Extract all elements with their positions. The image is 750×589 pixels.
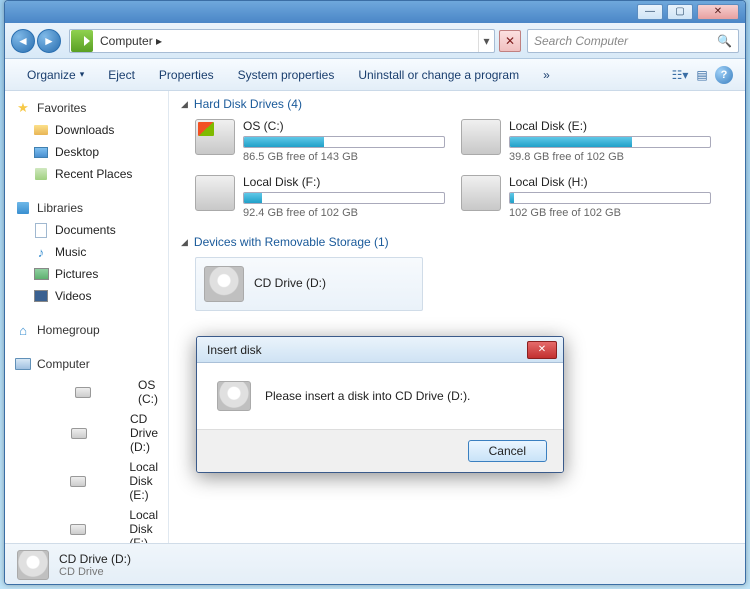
forward-button[interactable]: ►: [37, 29, 61, 53]
sidebar-item-pictures[interactable]: Pictures: [5, 263, 168, 285]
uninstall-button[interactable]: Uninstall or change a program: [346, 64, 531, 86]
drive-icon: [33, 521, 123, 537]
homegroup-icon: ⌂: [15, 322, 31, 338]
hard-drive-icon: [461, 175, 501, 211]
hard-drive-icon: [195, 175, 235, 211]
removable-section-header[interactable]: ◢ Devices with Removable Storage (1): [181, 235, 733, 249]
stop-button[interactable]: ✕: [499, 30, 521, 52]
videos-icon: [33, 288, 49, 304]
pictures-icon: [33, 266, 49, 282]
minimize-button[interactable]: —: [637, 4, 663, 20]
status-title: CD Drive (D:): [59, 552, 131, 566]
navigation-pane: ★ Favorites Downloads Desktop Recent Pla…: [5, 91, 169, 543]
view-options-button[interactable]: ☷▾: [669, 65, 691, 85]
cd-drive-item[interactable]: CD Drive (D:): [195, 257, 423, 311]
dialog-cd-icon: [217, 381, 251, 411]
sidebar-item-recent[interactable]: Recent Places: [5, 163, 168, 185]
drive-name: Local Disk (H:): [509, 175, 711, 189]
drive-item[interactable]: Local Disk (E:) 39.8 GB free of 102 GB: [461, 119, 711, 163]
sidebar-item-downloads[interactable]: Downloads: [5, 119, 168, 141]
hdd-section-header[interactable]: ◢ Hard Disk Drives (4): [181, 97, 733, 111]
status-drive-icon: [17, 550, 49, 580]
address-dropdown[interactable]: ▾: [478, 30, 494, 52]
folder-icon: [33, 122, 49, 138]
computer-icon: [15, 356, 31, 372]
favorites-group[interactable]: ★ Favorites: [5, 97, 168, 119]
command-bar: Organize▾ Eject Properties System proper…: [5, 59, 745, 91]
help-button[interactable]: ?: [713, 65, 735, 85]
recent-icon: [33, 166, 49, 182]
dialog-titlebar: Insert disk ✕: [197, 337, 563, 363]
preview-pane-button[interactable]: ▤: [691, 65, 713, 85]
cd-drive-icon: [204, 266, 244, 302]
sidebar-item-music[interactable]: ♪Music: [5, 241, 168, 263]
sidebar-item-videos[interactable]: Videos: [5, 285, 168, 307]
drive-usage-bar: [243, 192, 445, 204]
explorer-window: — ▢ ✕ ◄ ► Computer ▸ ▾ ✕ Search Computer…: [4, 0, 746, 585]
system-properties-button[interactable]: System properties: [226, 64, 347, 86]
homegroup-group[interactable]: ⌂ Homegroup: [5, 319, 168, 341]
dialog-message: Please insert a disk into CD Drive (D:).: [265, 389, 470, 403]
location-icon: [71, 30, 93, 52]
window-titlebar: — ▢ ✕: [5, 1, 745, 23]
content-pane: ◢ Hard Disk Drives (4) OS (C:) 86.5 GB f…: [169, 91, 745, 543]
document-icon: [33, 222, 49, 238]
sidebar-item-os-c[interactable]: OS (C:): [5, 375, 168, 409]
libraries-group[interactable]: Libraries: [5, 197, 168, 219]
collapse-icon: ◢: [181, 237, 188, 248]
close-button[interactable]: ✕: [697, 4, 739, 20]
drive-free-text: 39.8 GB free of 102 GB: [509, 151, 711, 163]
overflow-button[interactable]: »: [531, 64, 562, 86]
drive-usage-bar: [509, 136, 711, 148]
sidebar-item-disk-e[interactable]: Local Disk (E:): [5, 457, 168, 505]
properties-button[interactable]: Properties: [147, 64, 226, 86]
hard-drive-icon: [461, 119, 501, 155]
cd-icon: [33, 425, 124, 441]
desktop-icon: [33, 144, 49, 160]
drive-usage-bar: [243, 136, 445, 148]
sidebar-item-desktop[interactable]: Desktop: [5, 141, 168, 163]
star-icon: ★: [15, 100, 31, 116]
organize-menu[interactable]: Organize▾: [15, 64, 96, 86]
hard-drive-icon: [195, 119, 235, 155]
dialog-title: Insert disk: [203, 343, 527, 357]
breadcrumb[interactable]: Computer ▸: [94, 34, 478, 48]
nav-bar: ◄ ► Computer ▸ ▾ ✕ Search Computer 🔍: [5, 23, 745, 59]
search-placeholder: Search Computer: [534, 34, 717, 48]
collapse-icon: ◢: [181, 99, 188, 110]
drive-free-text: 86.5 GB free of 143 GB: [243, 151, 445, 163]
back-button[interactable]: ◄: [11, 29, 35, 53]
drive-free-text: 102 GB free of 102 GB: [509, 207, 711, 219]
maximize-button[interactable]: ▢: [667, 4, 693, 20]
computer-group[interactable]: Computer: [5, 353, 168, 375]
sidebar-item-disk-f[interactable]: Local Disk (F:): [5, 505, 168, 543]
eject-button[interactable]: Eject: [96, 64, 147, 86]
dialog-close-button[interactable]: ✕: [527, 341, 557, 359]
status-subtitle: CD Drive: [59, 566, 131, 578]
address-bar[interactable]: Computer ▸ ▾: [69, 29, 495, 53]
drive-free-text: 92.4 GB free of 102 GB: [243, 207, 445, 219]
drive-item[interactable]: OS (C:) 86.5 GB free of 143 GB: [195, 119, 445, 163]
music-icon: ♪: [33, 244, 49, 260]
status-bar: CD Drive (D:) CD Drive: [5, 543, 745, 585]
drive-usage-bar: [509, 192, 711, 204]
drive-icon: [33, 384, 132, 400]
cancel-button[interactable]: Cancel: [468, 440, 547, 462]
sidebar-item-documents[interactable]: Documents: [5, 219, 168, 241]
sidebar-item-cd-d[interactable]: CD Drive (D:): [5, 409, 168, 457]
insert-disk-dialog: Insert disk ✕ Please insert a disk into …: [196, 336, 564, 473]
drive-name: Local Disk (F:): [243, 175, 445, 189]
drive-item[interactable]: Local Disk (F:) 92.4 GB free of 102 GB: [195, 175, 445, 219]
libraries-icon: [15, 200, 31, 216]
drive-name: Local Disk (E:): [509, 119, 711, 133]
search-icon: 🔍: [717, 34, 732, 48]
drive-name: OS (C:): [243, 119, 445, 133]
drive-icon: [33, 473, 123, 489]
drive-item[interactable]: Local Disk (H:) 102 GB free of 102 GB: [461, 175, 711, 219]
search-box[interactable]: Search Computer 🔍: [527, 29, 739, 53]
